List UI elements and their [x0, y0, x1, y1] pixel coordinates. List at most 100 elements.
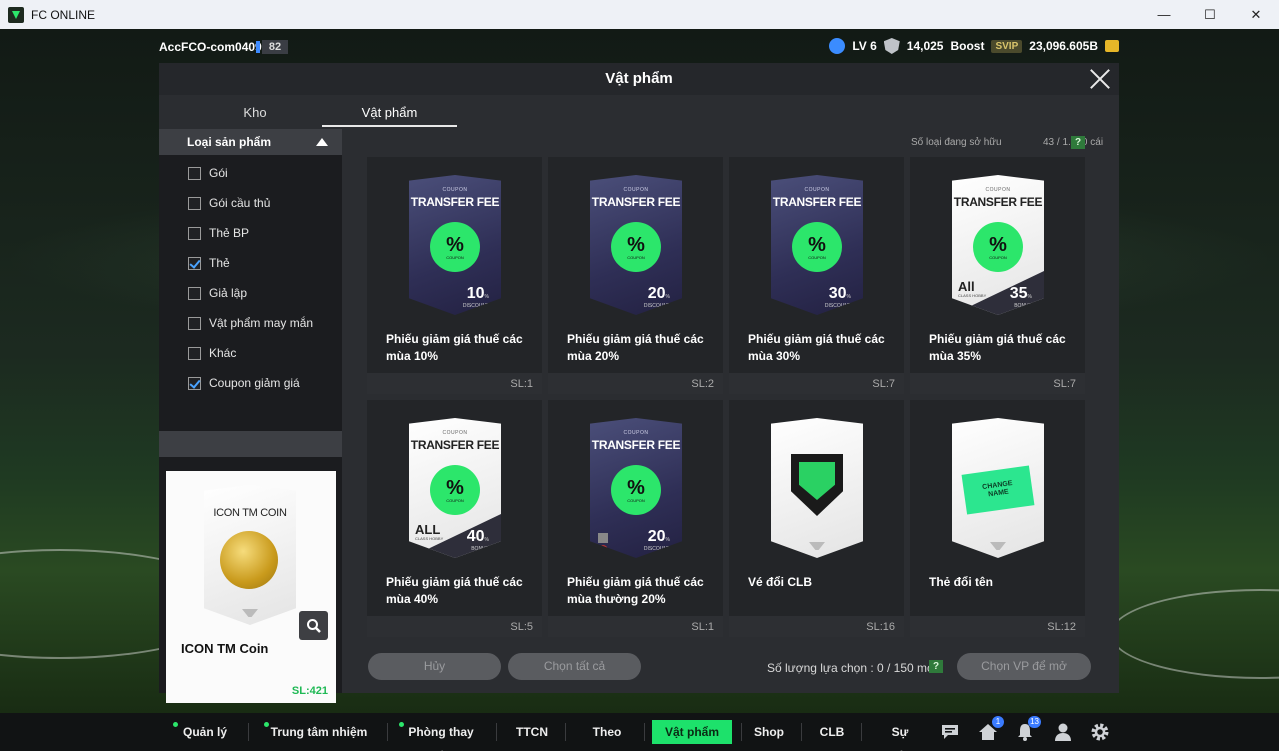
coupon-label: COUPON — [623, 430, 649, 436]
zoom-button[interactable] — [299, 611, 328, 640]
item-card[interactable]: Vé đổi CLB SL:16 — [729, 400, 904, 637]
checkbox[interactable] — [188, 316, 201, 330]
percent-badge-icon: % COUPON — [976, 225, 1020, 269]
tab-vat-pham[interactable]: Vật phẩm — [322, 101, 457, 127]
items-modal: Vật phẩm Kho Vật phẩm Loại sản phẩm Gói … — [159, 63, 1119, 703]
category-the-bp[interactable]: Thẻ BP — [188, 223, 249, 243]
coupon-card: COUPON TRANSFER FEE % COUPON 30% DISCOUNT — [771, 175, 863, 315]
category-coupon-giam-gia[interactable]: Coupon giảm giá — [188, 373, 300, 393]
account-level-bar — [256, 41, 260, 53]
cancel-button[interactable]: Hủy — [368, 653, 501, 680]
open-selected-button[interactable]: Chọn VP để mở — [957, 653, 1091, 680]
category-label: Coupon giảm giá — [209, 376, 300, 390]
percent-badge-icon: % COUPON — [433, 468, 477, 512]
item-card[interactable]: COUPON TRANSFER FEE % COUPON All CLASS HOB… — [910, 157, 1085, 394]
help-icon[interactable]: ? — [1071, 136, 1085, 149]
discount-value: 35 — [1009, 285, 1028, 302]
checkbox[interactable] — [188, 166, 201, 180]
checkbox-checked[interactable] — [188, 256, 201, 270]
chat-icon[interactable] — [940, 722, 960, 742]
category-vat-pham-may-man[interactable]: Vật phẩm may mắn — [188, 313, 313, 333]
collapse-arrow-icon[interactable] — [316, 138, 328, 146]
profile-icon[interactable] — [1053, 722, 1073, 742]
nav-su-kien[interactable]: Sự kiện — [879, 720, 921, 751]
nav-shop[interactable]: Shop — [753, 720, 785, 744]
item-name: Phiếu giảm giá thuế các mùa thường 20% — [567, 575, 704, 606]
percent-badge-icon: % COUPON — [795, 225, 839, 269]
tab-kho[interactable]: Kho — [197, 101, 313, 127]
coin-icon — [220, 531, 278, 589]
top-info-bar: AccFCO-com0409i 82 LV 6 14,025 Boost SVI… — [0, 36, 1279, 58]
close-window-button[interactable]: ✕ — [1233, 0, 1279, 29]
nav-phong-thay-do[interactable]: Phòng thay đồ — [399, 720, 479, 751]
checkbox[interactable] — [188, 196, 201, 210]
modal-tabs: Kho Vật phẩm — [159, 101, 459, 127]
category-goi[interactable]: Gói — [188, 163, 228, 183]
category-sidebar: Loại sản phẩm Gói Gói cầu thủ Thẻ BP Thẻ… — [159, 129, 342, 703]
level-text: LV 6 — [852, 39, 877, 53]
coupon-title: TRANSFER FEE — [772, 195, 862, 209]
checkbox-checked[interactable] — [188, 376, 201, 390]
category-header[interactable]: Loại sản phẩm — [159, 129, 342, 155]
fc-logo-icon — [809, 542, 825, 550]
item-name: Phiếu giảm giá thuế các mùa 35% — [929, 332, 1066, 363]
svip-badge[interactable]: SVIP — [991, 39, 1023, 53]
coupon-title: TRANSFER FEE — [591, 438, 681, 452]
item-card[interactable]: COUPON TRANSFER FEE % COUPON ALL CLASS HOB… — [367, 400, 542, 637]
home-icon[interactable]: 1 — [978, 716, 1004, 742]
close-icon[interactable] — [1089, 68, 1111, 90]
category-label: Khác — [209, 346, 237, 360]
item-card[interactable]: COUPON TRANSFER FEE % COUPON 10% DISCOUNT … — [367, 157, 542, 394]
account-name: AccFCO-com0409i — [159, 40, 266, 54]
nav-trung-tam-nhiem-vu[interactable]: Trung tâm nhiệm vụ — [264, 720, 370, 751]
item-grid: COUPON TRANSFER FEE % COUPON 10% DISCOUNT … — [367, 157, 1087, 637]
minimize-button[interactable]: — — [1141, 0, 1187, 29]
checkbox[interactable] — [188, 286, 201, 300]
points-value: 14,025 — [906, 39, 944, 53]
item-qty: SL:12 — [1047, 621, 1076, 633]
checkbox[interactable] — [188, 226, 201, 240]
category-label: Gói cầu thủ — [209, 196, 271, 210]
checkbox[interactable] — [188, 346, 201, 360]
nav-ttcn[interactable]: TTCN — [514, 720, 550, 744]
item-qty: SL:7 — [872, 378, 895, 390]
category-khac[interactable]: Khác — [188, 343, 236, 363]
bell-icon[interactable]: 13 — [1015, 716, 1041, 742]
percent-badge-icon: % COUPON — [433, 225, 477, 269]
item-preview-panel: ICON TM COIN ICON TM Coin SL:421 — [166, 471, 336, 703]
coupon-card: COUPON TRANSFER FEE % COUPON 20% DISCOUNT — [590, 418, 682, 558]
bottom-nav: Quản lý CT Trung tâm nhiệm vụ Phòng thay… — [0, 713, 1279, 751]
restriction-icons — [598, 533, 609, 555]
item-card[interactable]: COUPON TRANSFER FEE % COUPON 20% DISCOUNT … — [548, 157, 723, 394]
help-icon[interactable]: ? — [929, 660, 943, 673]
category-gia-lap[interactable]: Giả lập — [188, 283, 247, 303]
category-label: Vật phẩm may mắn — [209, 316, 314, 330]
coupon-title: TRANSFER FEE — [410, 195, 500, 209]
category-label: Thẻ BP — [209, 226, 250, 240]
item-qty: SL:16 — [866, 621, 895, 633]
item-name: Thẻ đổi tên — [929, 575, 993, 589]
nav-quan-ly-ct[interactable]: Quản lý CT — [173, 720, 233, 751]
search-icon — [306, 618, 321, 633]
nav-theo-doi[interactable]: Theo dõi — [583, 720, 631, 751]
currency-icon — [1105, 40, 1119, 52]
nav-clb[interactable]: CLB — [818, 720, 846, 744]
item-card[interactable]: COUPON TRANSFER FEE % COUPON 20% DISCOUNT … — [548, 400, 723, 637]
notification-badge: 1 — [992, 716, 1004, 728]
discount-value: 30 — [828, 285, 847, 302]
coupon-label: COUPON — [985, 187, 1011, 193]
coupon-label: COUPON — [623, 187, 649, 193]
settings-icon[interactable] — [1090, 722, 1110, 742]
maximize-button[interactable]: ☐ — [1187, 0, 1233, 29]
select-all-button[interactable]: Chọn tất cả — [508, 653, 641, 680]
shield-icon — [883, 38, 900, 54]
percent-badge-icon: % COUPON — [614, 225, 658, 269]
balance-value: 23,096.605B — [1029, 39, 1098, 53]
item-card[interactable]: CHANGE NAME Thẻ đổi tên SL:12 — [910, 400, 1085, 637]
category-goi-cau-thu[interactable]: Gói cầu thủ — [188, 193, 270, 213]
category-the[interactable]: Thẻ — [188, 253, 230, 273]
item-card[interactable]: COUPON TRANSFER FEE % COUPON 30% DISCOUNT … — [729, 157, 904, 394]
nav-vat-pham[interactable]: Vật phẩm — [652, 720, 732, 744]
account-level-badge: 82 — [262, 40, 288, 54]
name-change-card: CHANGE NAME — [952, 418, 1044, 558]
